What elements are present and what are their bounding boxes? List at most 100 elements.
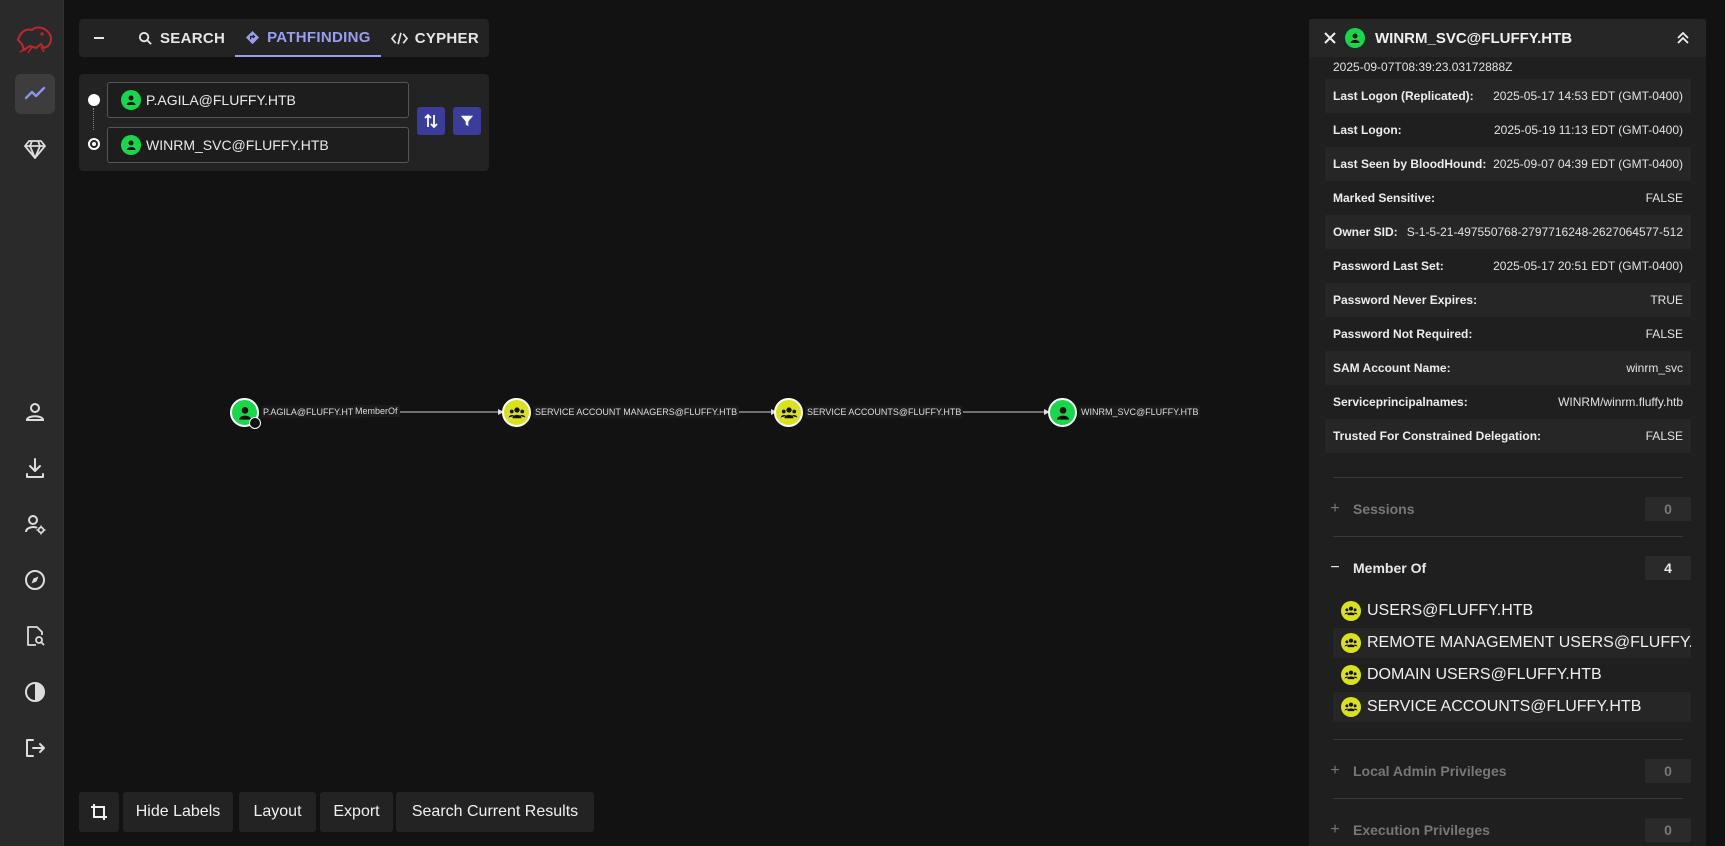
member-of-item[interactable]: USERS@FLUFFY.HTB xyxy=(1333,596,1691,626)
graph-node-label: WINRM_SVC@FLUFFY.HTB xyxy=(1079,406,1201,418)
code-icon xyxy=(390,32,408,44)
plus-icon: + xyxy=(1330,821,1340,838)
profile-nav-button[interactable] xyxy=(15,392,55,432)
property-row: Owner SID: S-1-5-21-497550768-2797716248… xyxy=(1325,215,1691,249)
section-divider xyxy=(1333,477,1683,478)
graph-node-user[interactable] xyxy=(1048,398,1077,427)
property-value: S-1-5-21-497550768-2797716248-2627064577… xyxy=(1406,225,1683,239)
edge-filter-button[interactable] xyxy=(453,107,481,135)
layout-button[interactable]: Layout xyxy=(239,792,316,832)
graph-node-group[interactable] xyxy=(502,398,531,427)
logout-icon xyxy=(26,739,45,757)
collapse-panel-button[interactable] xyxy=(79,19,120,57)
source-node-input[interactable]: P.AGILA@FLUFFY.HTB xyxy=(107,82,409,118)
explore-nav-button[interactable] xyxy=(15,74,55,114)
entity-info-panel: WINRM_SVC@FLUFFY.HTB 2025-09-07T08:39:23… xyxy=(1309,19,1706,846)
tab-search-label: SEARCH xyxy=(159,29,226,47)
double-chevron-up-icon xyxy=(1677,31,1689,44)
member-of-item-label: DOMAIN USERS@FLUFFY.HTB xyxy=(1367,666,1602,683)
member-of-item[interactable]: SERVICE ACCOUNTS@FLUFFY.HTB xyxy=(1333,692,1691,722)
sessions-section-header[interactable]: + Sessions 0 xyxy=(1325,495,1691,523)
collapse-all-button[interactable] xyxy=(1674,29,1692,47)
graph-node-group[interactable] xyxy=(774,398,803,427)
property-key: Last Logon: xyxy=(1333,123,1402,137)
graph-edge-label: MemberOf xyxy=(353,405,400,417)
group-management-nav-button[interactable] xyxy=(15,129,55,169)
execution-privileges-section-header[interactable]: + Execution Privileges 0 xyxy=(1325,816,1691,844)
graph-node-label: SERVICE ACCOUNTS@FLUFFY.HTB xyxy=(805,406,964,418)
tab-cypher[interactable]: CYPHER xyxy=(381,19,489,57)
entity-panel-scroll[interactable]: 2025-09-07T08:39:23.03172888Z Last Logon… xyxy=(1309,57,1706,846)
search-current-results-button[interactable]: Search Current Results xyxy=(396,792,594,832)
user-icon xyxy=(25,403,45,421)
group-icon xyxy=(1341,697,1361,717)
target-node-input[interactable]: WINRM_SVC@FLUFFY.HTB xyxy=(107,127,409,163)
swap-arrows-icon xyxy=(424,113,438,129)
tab-pathfinding-label: PATHFINDING xyxy=(267,28,371,46)
group-icon xyxy=(508,406,525,418)
member-of-item[interactable]: REMOTE MANAGEMENT USERS@FLUFFY.... xyxy=(1333,628,1691,658)
minus-icon xyxy=(94,37,105,39)
property-row: Password Never Expires: TRUE xyxy=(1325,283,1691,317)
user-icon xyxy=(121,135,141,155)
property-value: FALSE xyxy=(1645,191,1683,205)
entity-panel-header: WINRM_SVC@FLUFFY.HTB xyxy=(1309,19,1706,57)
path-connector xyxy=(93,108,94,130)
member-of-item[interactable]: DOMAIN USERS@FLUFFY.HTB xyxy=(1333,660,1691,690)
export-button[interactable]: Export xyxy=(320,792,393,832)
section-count: 4 xyxy=(1645,556,1691,580)
theme-toggle-nav-button[interactable] xyxy=(15,672,55,712)
download-collectors-nav-button[interactable] xyxy=(15,448,55,488)
property-key: Last Seen by BloodHound: xyxy=(1333,157,1487,171)
swap-nodes-button[interactable] xyxy=(417,107,445,135)
property-key: Password Not Required: xyxy=(1333,327,1473,341)
route-diamond-icon xyxy=(246,30,260,44)
property-value: TRUE xyxy=(1650,293,1683,307)
api-explorer-nav-button[interactable] xyxy=(15,560,55,600)
graph-node-label: P.AGILA@FLUFFY.HTB xyxy=(261,406,362,418)
property-row: Last Logon (Replicated): 2025-05-17 14:5… xyxy=(1325,79,1691,113)
source-node-value: P.AGILA@FLUFFY.HTB xyxy=(146,92,296,108)
owned-badge-icon xyxy=(249,417,261,429)
property-value: 2025-09-07T08:39:23.03172888Z xyxy=(1333,60,1513,74)
property-row: Last Logon: 2025-05-19 11:13 EDT (GMT-04… xyxy=(1325,113,1691,147)
property-key: Marked Sensitive: xyxy=(1333,191,1436,205)
section-divider xyxy=(1333,536,1683,537)
local-admin-section-header[interactable]: + Local Admin Privileges 0 xyxy=(1325,757,1691,785)
member-of-section-header[interactable]: − Member Of 4 xyxy=(1325,554,1691,582)
property-key: Password Last Set: xyxy=(1333,259,1444,273)
pathfinding-panel: P.AGILA@FLUFFY.HTB WINRM_SVC@FLUFFY.HTB xyxy=(79,74,489,171)
section-divider xyxy=(1333,739,1683,740)
close-panel-button[interactable] xyxy=(1315,19,1345,57)
hide-labels-button[interactable]: Hide Labels xyxy=(123,792,233,832)
explore-tabs: SEARCH PATHFINDING CYPHER xyxy=(79,19,489,57)
group-icon xyxy=(1341,601,1361,621)
section-count: 0 xyxy=(1645,497,1691,521)
property-key: SAM Account Name: xyxy=(1333,361,1451,375)
user-icon xyxy=(1345,28,1365,48)
property-key: Password Never Expires: xyxy=(1333,293,1478,307)
docs-nav-button[interactable] xyxy=(15,616,55,656)
document-search-icon xyxy=(27,626,45,646)
member-of-item-label: USERS@FLUFFY.HTB xyxy=(1367,602,1534,619)
target-node-value: WINRM_SVC@FLUFFY.HTB xyxy=(146,137,329,153)
minus-icon: − xyxy=(1330,559,1340,576)
close-icon xyxy=(1324,32,1336,44)
plus-icon: + xyxy=(1330,500,1340,517)
graph-node-user[interactable] xyxy=(230,398,261,429)
crop-fit-button[interactable] xyxy=(79,792,119,832)
trend-line-icon xyxy=(24,86,46,100)
member-of-item-label: SERVICE ACCOUNTS@FLUFFY.HTB xyxy=(1367,698,1642,715)
property-key: Last Logon (Replicated): xyxy=(1333,89,1474,103)
left-nav-rail xyxy=(0,0,64,846)
administration-nav-button[interactable] xyxy=(15,504,55,544)
logout-nav-button[interactable] xyxy=(15,728,55,768)
compass-icon xyxy=(25,570,45,590)
filter-icon xyxy=(460,115,474,127)
tab-search[interactable]: SEARCH xyxy=(128,19,235,57)
section-count: 0 xyxy=(1645,818,1691,842)
section-title: Sessions xyxy=(1353,501,1415,517)
bloodhound-logo[interactable] xyxy=(14,22,54,56)
tab-pathfinding[interactable]: PATHFINDING xyxy=(235,19,381,57)
section-title: Execution Privileges xyxy=(1353,822,1490,838)
